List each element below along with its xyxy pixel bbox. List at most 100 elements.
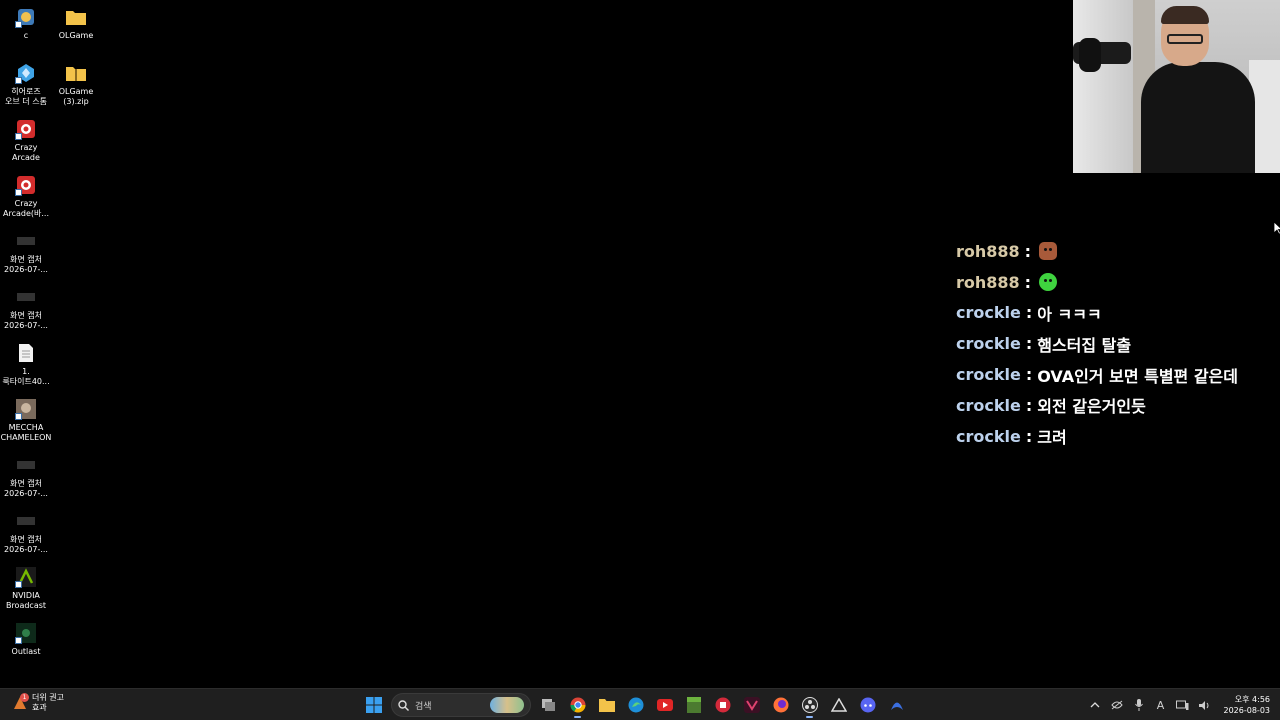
desktop-icon-label: 히어로즈 오브 더 스톰 xyxy=(5,87,47,106)
desktop-icon[interactable]: 화면 캡처 2026-07-... xyxy=(0,230,52,275)
chrome-taskbar-button[interactable] xyxy=(566,692,589,718)
chat-username: crockle xyxy=(956,426,1021,446)
nvidia-broadcast-icon xyxy=(15,566,37,588)
app-blue-taskbar-button[interactable] xyxy=(885,692,908,718)
chat-message: roh888: xyxy=(956,267,1276,298)
desktop-icon-label: 화면 캡처 2026-07-... xyxy=(4,535,48,554)
chat-username: roh888 xyxy=(956,272,1020,292)
crazy-arcade-icon xyxy=(15,174,37,196)
desktop-icon[interactable]: c xyxy=(0,6,52,41)
chat-username: crockle xyxy=(956,334,1021,354)
chat-message: crockle: OVA인거 보면 특별편 같은데 xyxy=(956,359,1276,390)
desktop-icon-label: Crazy Arcade xyxy=(12,143,40,162)
chat-message: crockle: 햄스터집 탈출 xyxy=(956,328,1276,359)
brown-emote-icon xyxy=(1039,242,1058,261)
youtube-taskbar-button[interactable] xyxy=(653,692,676,718)
weather-widget[interactable]: 1 더위 권고 효과 xyxy=(12,693,64,713)
desktop-icon[interactable]: OLGame (3).zip xyxy=(50,62,102,107)
mouse-cursor-icon xyxy=(1274,222,1280,235)
app-red-taskbar-button[interactable] xyxy=(711,692,734,718)
search-placeholder: 검색 xyxy=(415,701,432,712)
start-button[interactable] xyxy=(362,692,385,718)
zip-folder-icon xyxy=(65,62,87,84)
desktop-icon[interactable]: NVIDIA Broadcast xyxy=(0,566,52,611)
document-icon xyxy=(15,342,37,364)
desktop-icon[interactable]: 1. 룩타이트40... xyxy=(0,342,52,387)
desktop-icon-label: 화면 캡처 2026-07-... xyxy=(4,479,48,498)
chat-separator: : xyxy=(1025,426,1033,446)
edge-taskbar-button[interactable] xyxy=(624,692,647,718)
app-triangle-taskbar-button[interactable] xyxy=(827,692,850,718)
app-blue-icon xyxy=(889,697,905,713)
screenshot-icon xyxy=(15,230,37,252)
desktop-icon-label: c xyxy=(23,31,29,40)
desktop-icon[interactable]: MECCHA CHAMELEON xyxy=(0,398,52,443)
system-tray: A 오후 4:56 2026-08-03 xyxy=(1088,692,1271,718)
search-icon xyxy=(398,699,409,711)
chat-text: 햄스터집 탈출 xyxy=(1037,335,1132,355)
taskbar-search[interactable]: 검색 xyxy=(391,693,531,717)
volume-icon[interactable] xyxy=(1198,698,1212,712)
desktop-icon[interactable]: Outlast xyxy=(0,622,52,657)
weather-badge: 1 xyxy=(20,693,29,702)
chat-message: crockle: 크려 xyxy=(956,421,1276,452)
webcam-overlay xyxy=(1073,0,1280,173)
screenshot-icon xyxy=(15,454,37,476)
task-view-taskbar-button[interactable] xyxy=(537,692,560,718)
crazy-arcade-icon xyxy=(15,118,37,140)
weather-icon: 1 xyxy=(12,693,29,711)
taskbar-clock[interactable]: 오후 4:56 2026-08-03 xyxy=(1224,694,1271,716)
search-highlight-icon xyxy=(490,697,524,713)
desktop-icon[interactable]: 화면 캡처 2026-07-... xyxy=(0,510,52,555)
windows-icon xyxy=(365,697,382,713)
desktop-icon-label: 1. 룩타이트40... xyxy=(2,367,50,386)
desktop-icon[interactable]: 화면 캡처 2026-07-... xyxy=(0,454,52,499)
app-icon xyxy=(15,6,37,28)
file-explorer-taskbar-button[interactable] xyxy=(595,692,618,718)
chevron-up-icon[interactable] xyxy=(1088,698,1102,712)
chat-username: roh888 xyxy=(956,241,1020,261)
clock-date: 2026-08-03 xyxy=(1223,706,1271,715)
minecraft-taskbar-button[interactable] xyxy=(682,692,705,718)
chat-text: OVA인거 보면 특별편 같은데 xyxy=(1037,366,1238,386)
meccha-chameleon-icon xyxy=(15,398,37,420)
discord-taskbar-button[interactable] xyxy=(856,692,879,718)
file-explorer-icon xyxy=(598,698,615,712)
ime-indicator[interactable]: A xyxy=(1154,698,1168,712)
chat-text: 크려 xyxy=(1037,428,1067,448)
firefox-taskbar-button[interactable] xyxy=(769,692,792,718)
app-red-icon xyxy=(715,697,731,713)
microphone-icon[interactable] xyxy=(1132,698,1146,712)
chat-overlay: roh888: roh888: crockle: 아 ㅋㅋㅋ crockle: 햄스터집 … xyxy=(956,236,1276,452)
app-dark-icon xyxy=(743,697,760,713)
screenshot-icon xyxy=(15,286,37,308)
green-emote-icon xyxy=(1039,273,1058,292)
chat-username: crockle xyxy=(956,365,1021,385)
desktop-icon[interactable]: 히어로즈 오브 더 스톰 xyxy=(0,62,52,107)
weather-title: 더위 권고 xyxy=(32,693,64,702)
taskbar-center: 검색 xyxy=(362,692,908,718)
obs-icon xyxy=(801,697,818,713)
chat-username: crockle xyxy=(956,395,1021,415)
desktop-icon[interactable]: Crazy Arcade(바... xyxy=(0,174,52,219)
obs-taskbar-button[interactable] xyxy=(798,692,821,718)
minecraft-icon xyxy=(686,697,701,713)
app-dark-taskbar-button[interactable] xyxy=(740,692,763,718)
chat-message: roh888: xyxy=(956,236,1276,267)
desktop-icon[interactable]: Crazy Arcade xyxy=(0,118,52,163)
desktop-icon[interactable]: OLGame xyxy=(50,6,102,41)
desktop-icon-label: NVIDIA Broadcast xyxy=(5,591,47,610)
chat-username: crockle xyxy=(956,303,1021,323)
folder-icon xyxy=(65,6,87,28)
chat-text: 외전 같은거인듯 xyxy=(1037,397,1146,417)
tray-app-icon[interactable] xyxy=(1110,698,1124,712)
desktop-icon-label: OLGame xyxy=(58,31,94,40)
network-icon[interactable] xyxy=(1176,698,1190,712)
desktop-icon[interactable]: 화면 캡처 2026-07-... xyxy=(0,286,52,331)
task-view-icon xyxy=(541,699,556,711)
chat-message: crockle: 외전 같은거인듯 xyxy=(956,390,1276,421)
chat-separator: : xyxy=(1025,303,1033,323)
chat-separator: : xyxy=(1024,272,1032,292)
desktop-icon-label: Crazy Arcade(바... xyxy=(3,199,49,218)
desktop-icon-label: 화면 캡처 2026-07-... xyxy=(4,311,48,330)
